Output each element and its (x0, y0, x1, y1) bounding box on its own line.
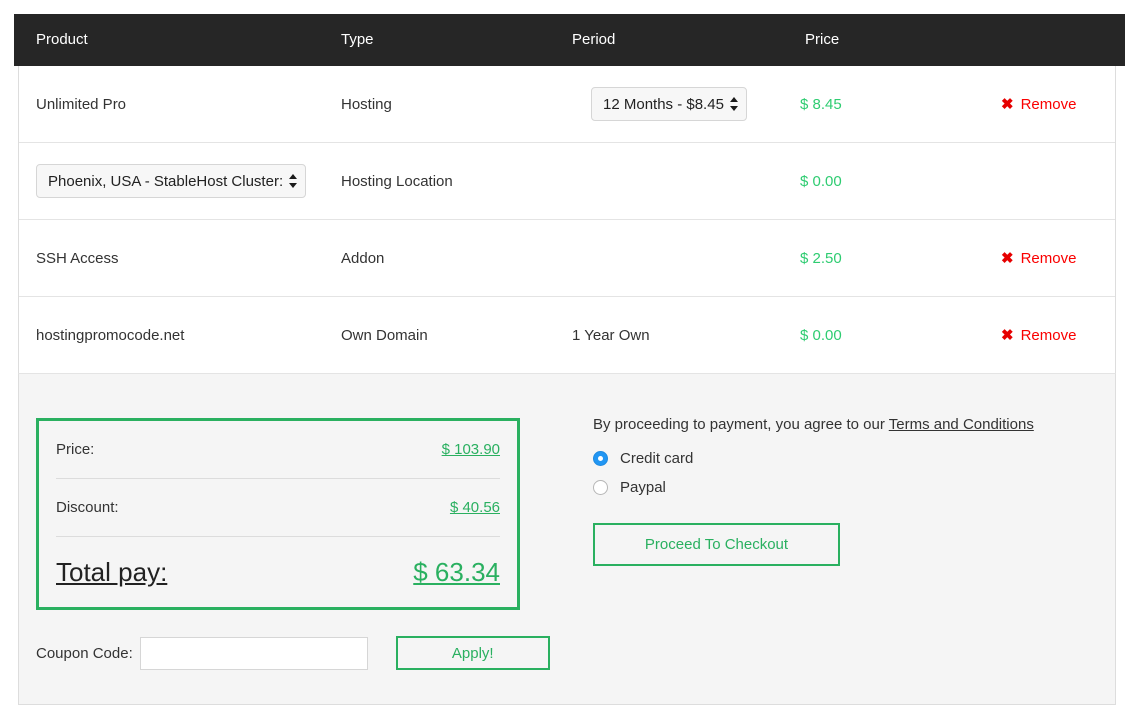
row-product-name: SSH Access (36, 250, 119, 267)
cart-footer-panel: Price: $ 103.90 Discount: $ 40.56 Total … (18, 373, 1116, 705)
row-remove-cell: ✖ Remove (1001, 297, 1076, 374)
updown-arrows-icon (289, 173, 298, 189)
hosting-location-select[interactable]: Phoenix, USA - StableHost Cluster: (36, 164, 307, 198)
terms-notice: By proceeding to payment, you agree to o… (593, 416, 1093, 433)
row-price: $ 8.45 (800, 96, 842, 113)
radio-paypal[interactable] (593, 480, 608, 495)
cross-icon: ✖ (1001, 327, 1014, 344)
table-row: Phoenix, USA - StableHost Cluster: Hosti… (19, 143, 1115, 220)
payment-option-paypal[interactable]: Paypal (593, 473, 1093, 502)
table-row: Unlimited Pro Hosting 12 Months - $8.45 … (19, 66, 1115, 143)
table-row: hostingpromocode.net Own Domain 1 Year O… (19, 297, 1115, 374)
summary-discount-label: Discount: (56, 499, 119, 516)
remove-button[interactable]: ✖ Remove (1001, 96, 1076, 113)
row-period: 1 Year Own (572, 327, 650, 344)
remove-button[interactable]: ✖ Remove (1001, 327, 1076, 344)
row-product-type: Hosting Location (341, 173, 453, 190)
remove-button[interactable]: ✖ Remove (1001, 250, 1076, 267)
terms-notice-prefix: By proceeding to payment, you agree to o… (593, 416, 889, 433)
summary-price-label: Price: (56, 441, 95, 458)
summary-row-price: Price: $ 103.90 (56, 421, 500, 479)
row-product-type: Hosting (341, 96, 392, 113)
remove-button-label: Remove (1020, 96, 1077, 113)
table-row: SSH Access Addon $ 2.50 ✖ Remove (19, 220, 1115, 297)
remove-button-label: Remove (1020, 250, 1077, 267)
updown-arrows-icon (729, 96, 739, 112)
row-remove-cell: ✖ Remove (1001, 66, 1076, 143)
radio-credit-card[interactable] (593, 451, 608, 466)
summary-total-value: $ 63.34 (413, 556, 500, 587)
row-product-name: Unlimited Pro (36, 96, 127, 113)
row-price: $ 2.50 (800, 250, 842, 267)
order-summary-box: Price: $ 103.90 Discount: $ 40.56 Total … (36, 418, 520, 610)
period-select[interactable]: 12 Months - $8.45 (591, 87, 747, 121)
apply-coupon-button[interactable]: Apply! (395, 636, 550, 670)
period-select-value: 12 Months - $8.45 (603, 95, 724, 113)
cross-icon: ✖ (1001, 250, 1014, 267)
column-header-period: Period (572, 31, 616, 48)
row-remove-cell: ✖ Remove (1001, 220, 1076, 297)
cart-table-body: Unlimited Pro Hosting 12 Months - $8.45 … (18, 66, 1116, 374)
terms-and-conditions-link[interactable]: Terms and Conditions (889, 416, 1034, 433)
hosting-location-select-value: Phoenix, USA - StableHost Cluster: (48, 172, 284, 190)
row-product-type: Own Domain (341, 327, 428, 344)
proceed-to-checkout-button[interactable]: Proceed To Checkout (593, 523, 840, 566)
column-header-product: Product (36, 31, 88, 48)
coupon-area: Coupon Code: Apply! (36, 636, 550, 670)
payment-area: By proceeding to payment, you agree to o… (593, 416, 1093, 566)
remove-button-label: Remove (1020, 327, 1077, 344)
row-product-type: Addon (341, 250, 385, 267)
payment-option-credit-card-label: Credit card (620, 450, 694, 467)
cross-icon: ✖ (1001, 96, 1014, 113)
summary-row-discount: Discount: $ 40.56 (56, 479, 500, 537)
column-header-price: Price (805, 31, 840, 48)
summary-price-value: $ 103.90 (441, 441, 500, 458)
summary-discount-value: $ 40.56 (449, 499, 500, 516)
payment-option-paypal-label: Paypal (620, 479, 666, 496)
cart-table-header: Product Type Period Price (14, 14, 1125, 66)
row-product-name: hostingpromocode.net (36, 327, 185, 344)
summary-total-label: Total pay: (56, 556, 168, 587)
coupon-code-label: Coupon Code: (36, 644, 133, 662)
row-price: $ 0.00 (800, 173, 842, 190)
row-price: $ 0.00 (800, 327, 842, 344)
coupon-code-input[interactable] (139, 636, 368, 670)
summary-row-total: Total pay: $ 63.34 (56, 537, 500, 607)
payment-option-credit-card[interactable]: Credit card (593, 444, 1093, 473)
column-header-type: Type (341, 31, 374, 48)
